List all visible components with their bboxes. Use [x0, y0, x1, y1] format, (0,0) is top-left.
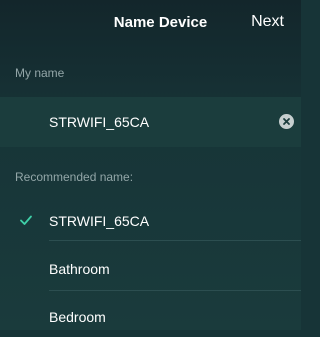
nav-bar: Name Device Next — [0, 0, 301, 46]
list-item[interactable]: Bedroom — [0, 297, 301, 337]
name-device-screen: Name Device Next My name STRWIFI_65CA Re… — [0, 0, 301, 330]
divider — [49, 240, 301, 241]
clear-icon[interactable] — [279, 114, 294, 129]
next-button[interactable]: Next — [251, 13, 284, 31]
list-item-label: Bedroom — [49, 309, 106, 325]
list-item[interactable]: STRWIFI_65CA — [0, 200, 301, 240]
check-icon — [20, 215, 32, 225]
divider — [49, 290, 301, 291]
list-item-label: Bathroom — [49, 261, 110, 277]
device-name-input[interactable]: STRWIFI_65CA — [49, 114, 149, 130]
my-name-section-label: My name — [15, 66, 65, 80]
list-item[interactable]: Bathroom — [0, 249, 301, 289]
list-item-label: STRWIFI_65CA — [49, 213, 150, 229]
recommended-section-label: Recommended name: — [15, 170, 134, 184]
my-name-field[interactable]: STRWIFI_65CA — [0, 97, 301, 147]
